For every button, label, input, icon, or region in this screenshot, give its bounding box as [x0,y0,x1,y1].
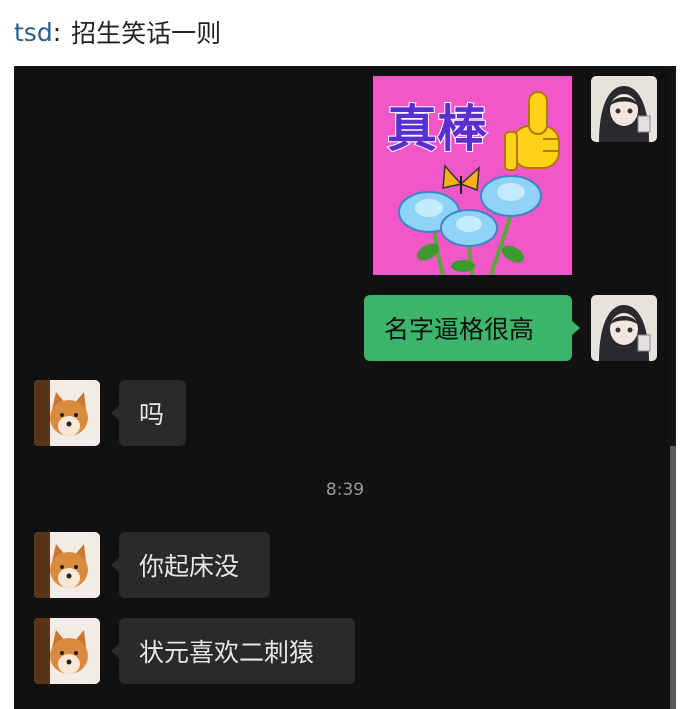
shiba-dog-avatar-icon [34,532,100,598]
message-bubble-incoming[interactable]: 你起床没 [111,532,270,598]
sticker-message[interactable]: 真棒 [373,76,572,275]
contact-avatar[interactable] [34,618,100,684]
post-separator: : [52,17,62,47]
anime-girl-avatar-icon [591,76,657,142]
post-author[interactable]: tsd [14,18,53,47]
message-text: 你起床没 [139,552,240,581]
self-avatar[interactable] [591,295,657,361]
self-avatar[interactable] [591,76,657,142]
message-text: 状元喜欢二刺猿 [139,638,315,667]
message-text: 吗 [139,400,165,429]
shiba-dog-avatar-icon [34,380,100,446]
message-bubble-outgoing[interactable]: 名字逼格很高 [364,295,580,361]
message-bubble-incoming[interactable]: 吗 [111,380,186,446]
message-text: 名字逼格很高 [384,315,535,344]
post-title: 招生笑话一则 [71,19,222,48]
post-header: tsd : 招生笑话一则 [14,14,221,50]
sticker-artwork: 真棒 [386,91,560,275]
sticker-text: 真棒 [387,100,488,158]
contact-avatar[interactable] [34,380,100,446]
contact-avatar[interactable] [34,532,100,598]
message-bubble-incoming[interactable]: 状元喜欢二刺猿 [111,618,355,684]
scrollbar-thumb[interactable] [670,446,676,709]
anime-girl-avatar-icon [591,295,657,361]
thumbs-up-icon [504,91,560,171]
blue-roses-icon [398,175,542,275]
message-timestamp: 8:39 [325,480,365,500]
butterfly-icon [442,164,480,194]
chat-screenshot: 真棒 名字逼格很高 吗 8:39 你起床没 状元喜欢二刺猿 [14,66,676,709]
shiba-dog-avatar-icon [34,618,100,684]
